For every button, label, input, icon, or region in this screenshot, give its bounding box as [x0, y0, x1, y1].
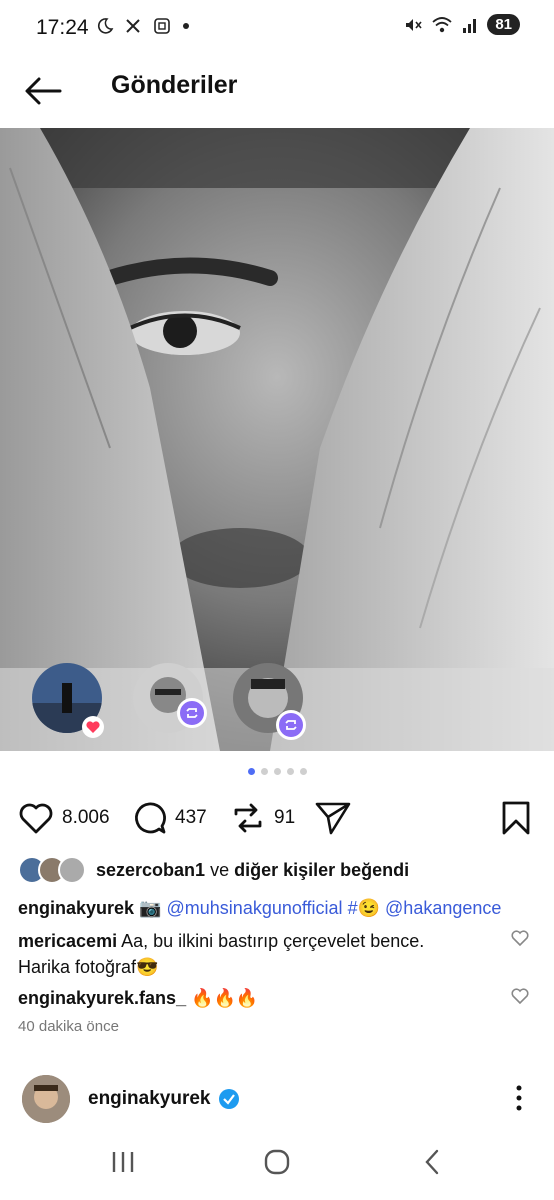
liked-by-text: sezercoban1 ve diğer kişiler beğendi — [96, 860, 409, 881]
liked-by-rest[interactable]: diğer kişiler beğendi — [234, 860, 409, 880]
wifi-icon — [432, 16, 452, 32]
save-button[interactable] — [501, 796, 531, 840]
verified-badge-icon — [219, 1089, 239, 1109]
avatar[interactable] — [22, 1075, 70, 1123]
notification-dot-icon — [183, 23, 189, 29]
page-title: Gönderiler — [111, 71, 238, 99]
arrow-left-icon — [25, 77, 62, 105]
mute-icon — [406, 18, 422, 31]
repost-badge — [276, 710, 306, 740]
comment-item: mericacemi Aa, bu ilkini bastırıp çerçev… — [18, 928, 498, 980]
carousel-dot — [299, 768, 307, 775]
like-count: 8.006 — [62, 807, 110, 828]
moon-icon — [97, 18, 114, 34]
comment-like-icon[interactable] — [510, 986, 530, 1006]
screenshot-icon — [154, 18, 170, 34]
more-options-icon[interactable] — [512, 1083, 526, 1113]
next-post-header: enginakyurek — [0, 1075, 554, 1125]
recent-apps-icon — [112, 1152, 134, 1172]
signal-icon — [463, 18, 477, 33]
repost-count: 91 — [274, 807, 296, 828]
chevron-left-icon — [425, 1149, 439, 1175]
comment-count: 437 — [175, 807, 207, 828]
comment-like-icon[interactable] — [510, 928, 530, 948]
status-icons-left — [96, 16, 190, 36]
carousel-dot — [286, 768, 294, 775]
caption: enginakyurek 📷 @muhsinakgunofficial #😉 @… — [18, 896, 538, 920]
liked-by-user[interactable]: sezercoban1 — [96, 860, 205, 880]
post-timestamp: 40 dakika önce — [18, 1018, 119, 1035]
liked-by[interactable]: sezercoban1 ve diğer kişiler beğendi — [18, 856, 409, 884]
caption-mention[interactable]: @hakangence — [385, 898, 501, 918]
bookmark-icon — [502, 801, 530, 835]
home-button[interactable] — [257, 1146, 297, 1178]
recent-apps-button[interactable] — [103, 1146, 143, 1178]
comment-item: enginakyurek.fans_ 🔥🔥🔥 — [18, 985, 498, 1011]
send-icon — [315, 802, 351, 835]
header: Gönderiler — [0, 56, 554, 126]
home-icon — [264, 1149, 290, 1175]
liked-by-connector: ve — [205, 859, 235, 880]
heart-icon — [19, 803, 53, 834]
status-bar: 17:24 81 — [0, 0, 554, 56]
post-photo — [0, 128, 554, 751]
status-time: 17:24 — [36, 16, 89, 39]
battery-indicator: 81 — [487, 14, 520, 35]
caption-hashtag[interactable]: #😉 — [348, 898, 380, 918]
comment-icon — [135, 802, 166, 834]
post-actions: 8.006 437 91 — [0, 796, 554, 840]
repost-icon — [285, 720, 297, 730]
caption-camera: 📷 — [139, 898, 162, 918]
comment-text-line2: Harika fotoğraf😎 — [18, 957, 159, 977]
post-image[interactable] — [0, 128, 554, 751]
comment-username[interactable]: mericacemi — [18, 931, 117, 951]
carousel-dot — [273, 768, 281, 775]
repost-button[interactable]: 91 — [230, 796, 295, 840]
comment-text: Aa, bu ilkini bastırıp çerçevelet bence. — [121, 931, 425, 951]
repost-icon — [234, 803, 262, 833]
comment-username[interactable]: enginakyurek.fans_ — [18, 988, 186, 1008]
comment-button[interactable]: 437 — [131, 796, 207, 840]
status-icons-right: 81 — [403, 14, 520, 35]
repost-badge — [177, 698, 207, 728]
heart-badge-icon — [82, 716, 104, 738]
carousel-dot-active — [247, 768, 255, 775]
back-button[interactable] — [22, 70, 64, 112]
like-button[interactable]: 8.006 — [18, 796, 110, 840]
liker-avatar — [58, 856, 86, 884]
comment-text: 🔥🔥🔥 — [191, 988, 259, 1008]
x-logo-icon — [126, 19, 140, 33]
share-button[interactable] — [314, 796, 352, 840]
carousel-indicator — [0, 768, 554, 775]
system-nav-bar — [0, 1140, 554, 1184]
carousel-dot — [260, 768, 268, 775]
liker-avatars — [18, 856, 86, 884]
next-post-username[interactable]: enginakyurek — [88, 1088, 211, 1110]
caption-username[interactable]: enginakyurek — [18, 898, 134, 918]
caption-mention[interactable]: @muhsinakgunofficial — [167, 898, 343, 918]
repost-icon — [186, 708, 198, 718]
system-back-button[interactable] — [412, 1146, 452, 1178]
